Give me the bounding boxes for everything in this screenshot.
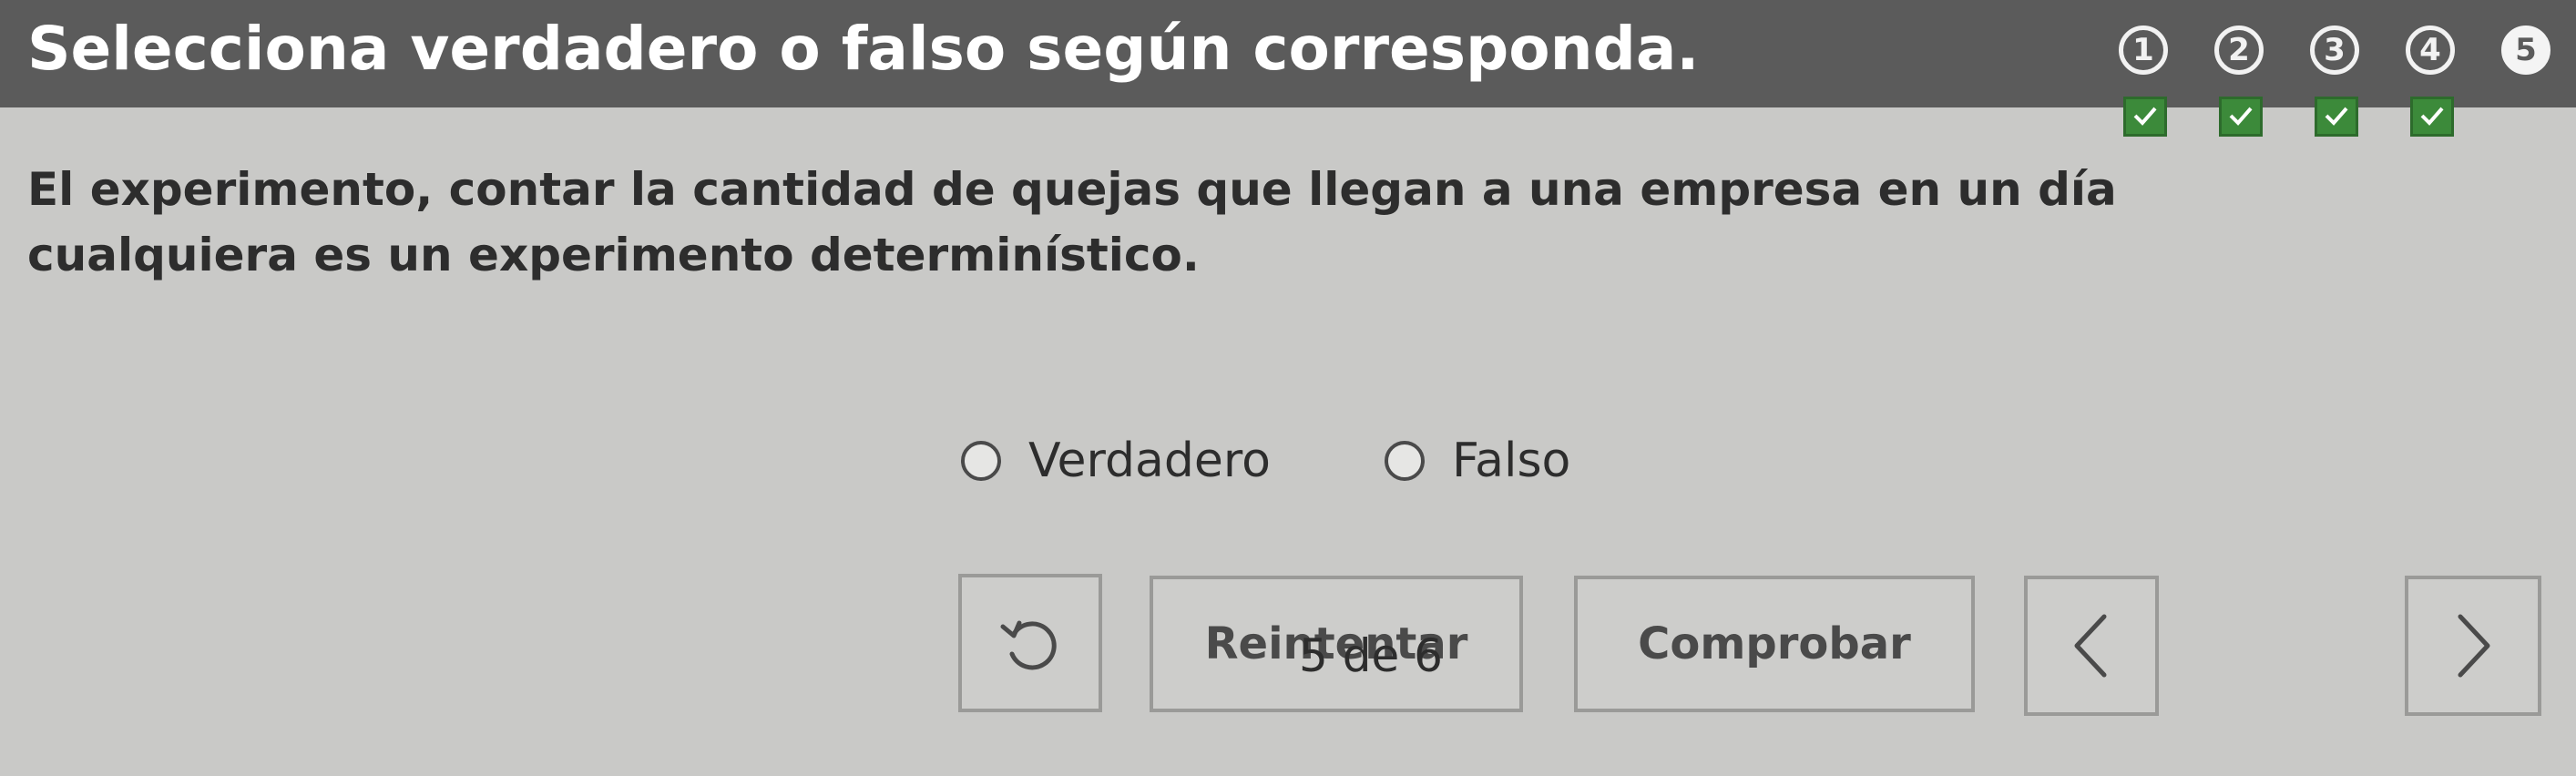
step-number: 1 (2119, 26, 2168, 75)
step-number: 5 (2501, 26, 2550, 75)
step-number: 2 (2214, 26, 2264, 75)
check-button[interactable]: Comprobar (1574, 576, 1975, 712)
option-falso[interactable]: Falso (1385, 428, 1570, 494)
question-text: El experimento, contar la cantidad de qu… (27, 163, 2117, 281)
chevron-right-icon (2458, 614, 2490, 678)
step-3[interactable]: 3 (2286, 16, 2387, 162)
radio-button[interactable] (961, 441, 1001, 481)
option-label: Verdadero (1028, 434, 1271, 488)
step-1[interactable]: 1 (2095, 16, 2195, 162)
option-label: Falso (1452, 434, 1571, 488)
reset-button[interactable] (958, 574, 1102, 712)
instruction-title: Selecciona verdadero o falso según corre… (27, 14, 1700, 84)
chevron-left-icon (2074, 614, 2107, 678)
radio-button[interactable] (1385, 441, 1425, 481)
check-icon (2410, 97, 2454, 137)
check-icon (2123, 97, 2167, 137)
check-icon (2219, 97, 2263, 137)
next-button[interactable] (2405, 576, 2541, 716)
previous-button[interactable] (2024, 576, 2159, 716)
step-number: 4 (2406, 26, 2455, 75)
step-4[interactable]: 4 (2382, 16, 2482, 162)
step-number: 3 (2310, 26, 2359, 75)
step-5-current[interactable]: 5 (2478, 16, 2576, 162)
undo-icon (1000, 620, 1057, 670)
page-counter: 5 de 6 (1299, 629, 1443, 682)
option-verdadero[interactable]: Verdadero (961, 428, 1271, 494)
step-2[interactable]: 2 (2191, 16, 2291, 162)
check-icon (2315, 97, 2358, 137)
